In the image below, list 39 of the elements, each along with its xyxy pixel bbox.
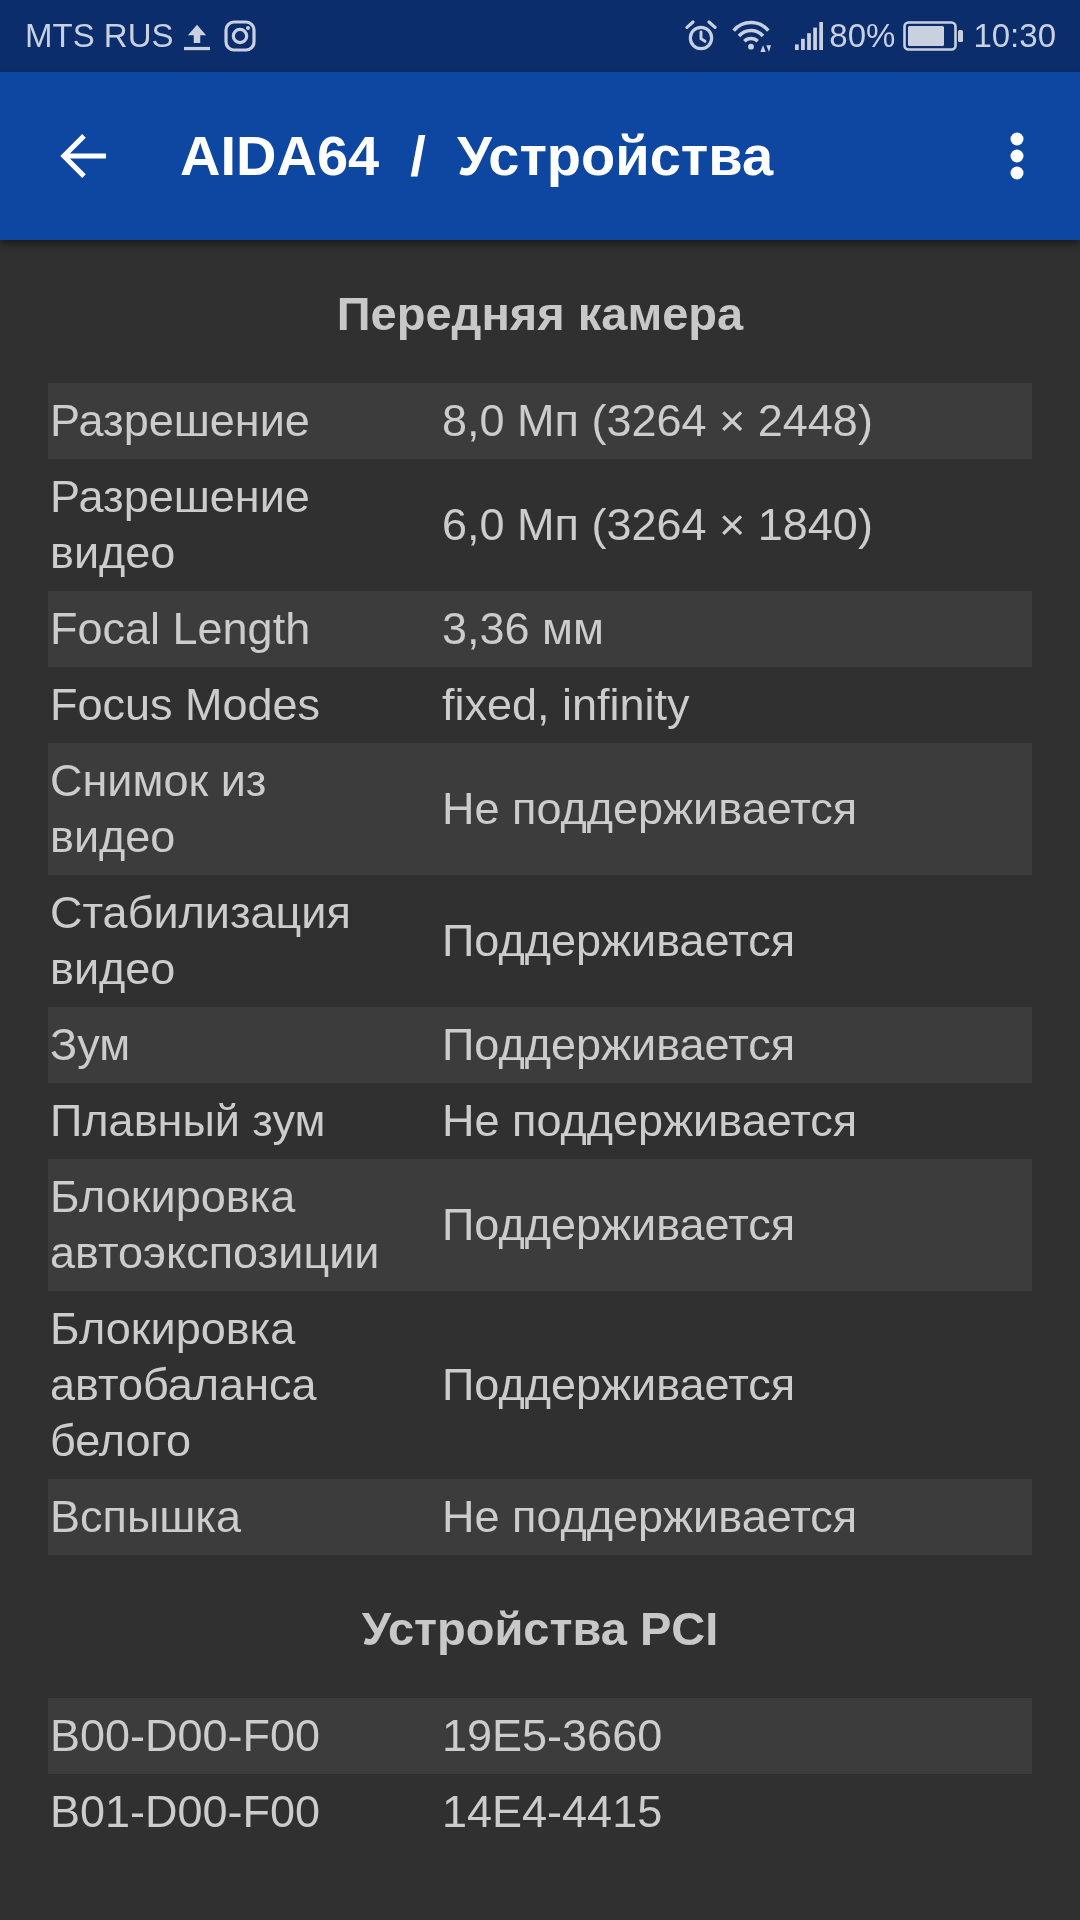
property-name: Снимок из видео bbox=[49, 754, 268, 864]
alarm-clock-icon bbox=[685, 20, 718, 52]
property-value: 8,0 Мп (3264 × 2448) bbox=[442, 394, 873, 448]
property-name: Блокировка автобаланса белого bbox=[49, 1302, 318, 1468]
property-name: Плавный зум bbox=[49, 1094, 327, 1148]
property-name: Focal Length bbox=[49, 602, 312, 656]
wifi-icon bbox=[731, 20, 772, 52]
property-value: Поддерживается bbox=[442, 1198, 796, 1252]
property-name: Разрешение bbox=[49, 394, 311, 448]
arrow-left-icon bbox=[60, 133, 108, 179]
property-value: fixed, infinity bbox=[442, 678, 690, 732]
clock-time: 10:30 bbox=[973, 17, 1056, 55]
property-name: B00-D00-F00 bbox=[49, 1709, 322, 1763]
property-name: Зум bbox=[49, 1018, 132, 1072]
section-title: Передняя камера bbox=[336, 286, 744, 342]
carrier-name: MTS RUS bbox=[25, 17, 174, 55]
property-value: Не поддерживается bbox=[442, 1490, 858, 1544]
property-value: Поддерживается bbox=[442, 914, 796, 968]
property-value: 3,36 мм bbox=[442, 602, 604, 656]
app-title: AIDA64 / Устройства bbox=[180, 123, 775, 189]
camera-icon bbox=[223, 20, 256, 52]
property-value: Поддерживается bbox=[442, 1018, 796, 1072]
property-name: B01-D00-F00 bbox=[49, 1785, 322, 1839]
battery-icon bbox=[903, 21, 964, 51]
battery-percent: 80% bbox=[829, 17, 896, 55]
property-name: Стабилизация видео bbox=[49, 886, 352, 996]
property-value: Поддерживается bbox=[442, 1358, 796, 1412]
property-value: Не поддерживается bbox=[442, 1094, 858, 1148]
property-value: 19E5-3660 bbox=[442, 1709, 663, 1763]
property-value: 6,0 Мп (3264 × 1840) bbox=[442, 498, 873, 552]
property-name: Разрешение видео bbox=[49, 470, 311, 580]
property-name: Вспышка bbox=[49, 1490, 243, 1544]
property-value: 14E4-4415 bbox=[442, 1785, 663, 1839]
property-value: Не поддерживается bbox=[442, 782, 858, 836]
section-title: Устройства PCI bbox=[361, 1601, 719, 1657]
property-name: Блокировка автоэкспозиции bbox=[49, 1170, 381, 1280]
property-name: Focus Modes bbox=[49, 678, 322, 732]
signal-bars-icon bbox=[795, 22, 824, 50]
more-vertical-icon bbox=[1010, 132, 1024, 180]
